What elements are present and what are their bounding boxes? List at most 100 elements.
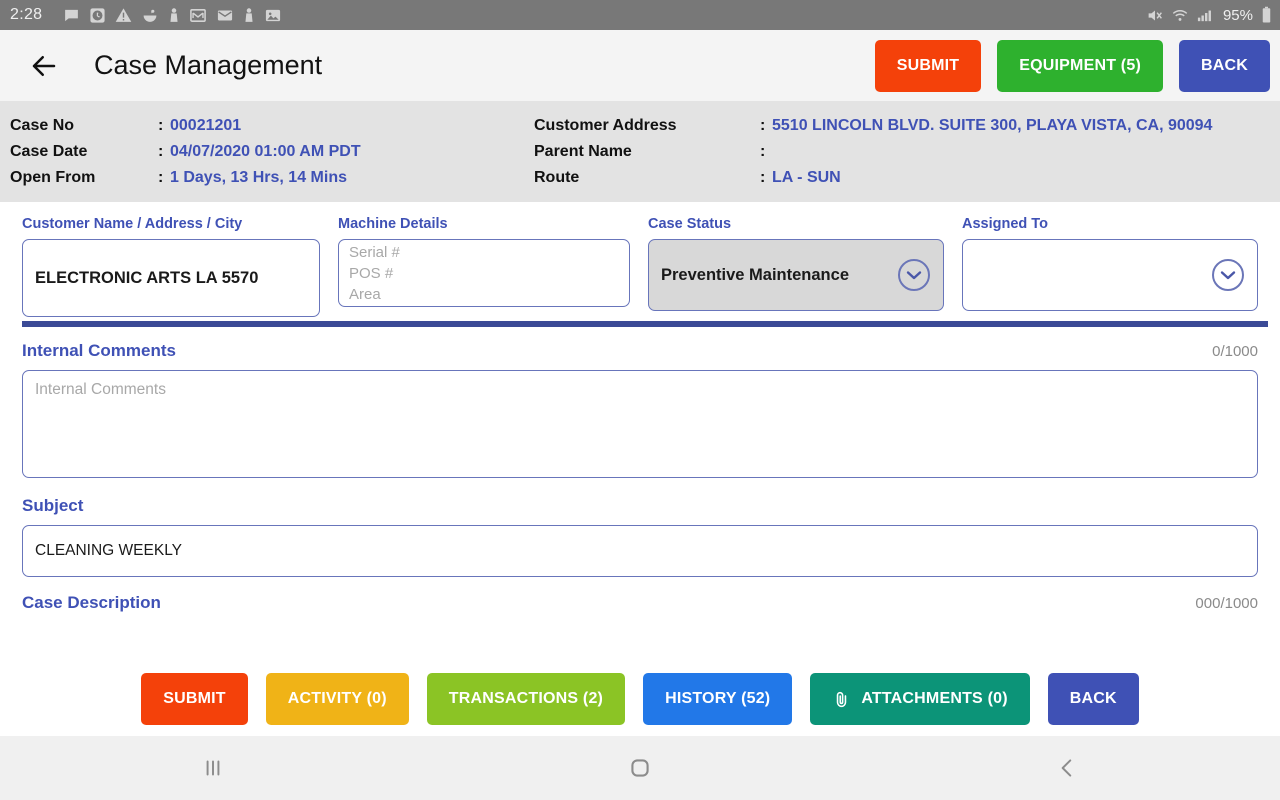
mute-icon [1146,7,1164,24]
nav-back-icon [1061,759,1071,777]
colon: : [158,169,164,186]
value-open-from-text: 1 Days, 13 Hrs, 14 Mins [170,169,347,186]
status-bar-right: 95% [1146,6,1272,24]
bottom-action-bar: SUBMIT ACTIVITY (0) TRANSACTIONS (2) HIS… [0,662,1280,736]
subject-header: Subject [22,496,1258,516]
attachments-button[interactable]: ATTACHMENTS (0) [810,673,1030,725]
arrow-left-icon [32,55,56,76]
android-nav-bar [0,736,1280,800]
header-back-arrow[interactable] [22,44,66,88]
field-assigned-to: Assigned To [962,216,1258,317]
case-description-header: Case Description 000/1000 [22,593,1258,613]
person-icon-2 [243,7,255,24]
machine-pos-placeholder: POS # [349,264,394,282]
wifi-icon [1171,7,1189,24]
history-button[interactable]: HISTORY (52) [643,673,793,725]
colon: : [760,117,766,134]
food-bowl-icon [141,7,159,24]
photo-icon [264,7,282,24]
label-open-from: Open From [10,169,96,186]
label-parent-name: Parent Name [534,143,632,160]
internal-comments-label: Internal Comments [22,341,176,360]
case-info-right-labels: Customer Address Parent Name Route [534,113,760,202]
internal-comments-counter: 0/1000 [1212,343,1258,360]
value-case-date: :04/07/2020 01:00 AM PDT [158,139,361,165]
internal-comments-header: Internal Comments 0/1000 [22,341,1258,361]
status-time: 2:28 [10,6,43,23]
android-status-bar: 2:28 95% [0,0,1280,30]
header-actions: SUBMIT EQUIPMENT (5) BACK [874,39,1270,92]
activity-button[interactable]: ACTIVITY (0) [265,673,409,725]
field-case-status: Case Status Preventive Maintenance [648,216,944,317]
case-status-dropdown[interactable]: Preventive Maintenance [648,239,944,311]
back-button[interactable]: BACK [1178,39,1270,92]
field-machine-label: Machine Details [338,216,448,232]
label-case-date: Case Date [10,143,88,160]
colon: : [158,143,164,160]
page-title: Case Management [94,50,323,80]
nav-home-button[interactable] [427,736,854,800]
gmail-icon [189,7,207,24]
field-machine-details: Machine Details Serial # POS # Area [338,216,630,317]
nav-back-button[interactable] [853,736,1280,800]
status-bar-left: 2:28 [10,6,1146,24]
value-case-no: :00021201 [158,113,361,139]
value-customer-address-text: 5510 LINCOLN BLVD. SUITE 300, PLAYA VIST… [772,117,1213,134]
equipment-button[interactable]: EQUIPMENT (5) [997,39,1163,92]
case-info-left-values: :00021201 :04/07/2020 01:00 AM PDT :1 Da… [158,113,361,202]
app-root: 2:28 95% Case Management SUBMIT EQUIPMEN… [0,0,1280,800]
customer-name-input[interactable]: ELECTRONIC ARTS LA 5570 [22,239,320,317]
field-assigned-to-label: Assigned To [962,216,1048,232]
label-customer-address: Customer Address [534,117,677,134]
subject-label: Subject [22,496,84,515]
value-open-from: :1 Days, 13 Hrs, 14 Mins [158,165,361,191]
message-icon [63,7,80,24]
value-customer-address: :5510 LINCOLN BLVD. SUITE 300, PLAYA VIS… [760,113,1212,139]
case-description-label: Case Description [22,593,161,612]
submit-button-bottom[interactable]: SUBMIT [141,673,248,725]
case-info-right: Customer Address Parent Name Route :5510… [520,113,1280,202]
case-info-strip: Case No Case Date Open From :00021201 :0… [0,102,1280,202]
label-route: Route [534,169,580,186]
case-info-left: Case No Case Date Open From :00021201 :0… [0,113,520,202]
email-icon [216,7,234,24]
clock-icon [89,7,106,24]
customer-name-value: ELECTRONIC ARTS LA 5570 [35,268,259,287]
battery-icon [1261,6,1272,24]
chevron-down-circle-icon[interactable] [1211,258,1245,292]
machine-area-placeholder: Area [349,285,381,303]
app-header: Case Management SUBMIT EQUIPMENT (5) BAC… [0,30,1280,102]
colon: : [760,169,766,186]
value-case-no-text: 00021201 [170,117,242,134]
paperclip-icon [832,689,851,710]
subject-input[interactable]: CLEANING WEEKLY [22,525,1258,577]
chevron-down-circle-icon[interactable] [897,258,931,292]
attachments-button-label: ATTACHMENTS (0) [861,690,1008,707]
submit-button[interactable]: SUBMIT [874,39,982,92]
battery-percent: 95% [1222,6,1253,24]
recents-icon [206,760,220,776]
transactions-button[interactable]: TRANSACTIONS (2) [426,673,626,725]
colon: : [158,117,164,134]
internal-comments-textarea[interactable]: Internal Comments [22,370,1258,478]
value-route: : LA - SUN [760,165,1212,191]
case-info-left-labels: Case No Case Date Open From [10,113,158,202]
value-case-date-text: 04/07/2020 01:00 AM PDT [170,143,361,160]
nav-recents-button[interactable] [0,736,427,800]
case-info-right-values: :5510 LINCOLN BLVD. SUITE 300, PLAYA VIS… [760,113,1212,202]
signal-icon [1196,7,1214,24]
home-icon [631,759,649,777]
warning-icon [115,7,132,24]
machine-serial-placeholder: Serial # [349,243,400,261]
case-description-counter: 000/1000 [1195,595,1258,612]
form-field-row: Customer Name / Address / City ELECTRONI… [0,202,1280,317]
field-customer: Customer Name / Address / City ELECTRONI… [22,216,320,317]
case-status-value: Preventive Maintenance [661,265,849,284]
field-customer-label: Customer Name / Address / City [22,216,243,232]
assigned-to-dropdown[interactable] [962,239,1258,311]
label-case-no: Case No [10,117,75,134]
colon: : [760,143,766,160]
machine-details-input[interactable]: Serial # POS # Area [338,239,630,307]
back-button-bottom[interactable]: BACK [1047,673,1139,725]
